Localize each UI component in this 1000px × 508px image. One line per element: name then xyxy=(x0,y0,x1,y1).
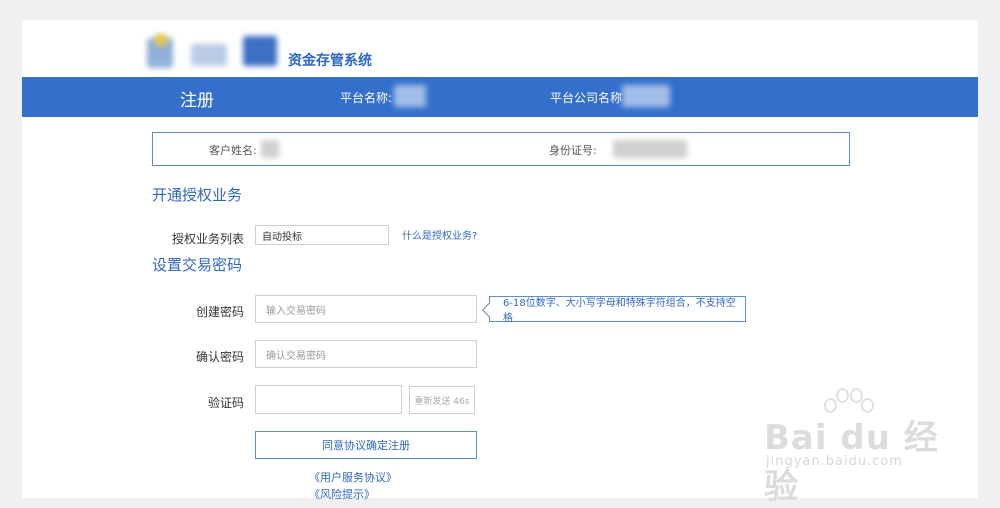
verification-code-input[interactable] xyxy=(255,385,402,414)
watermark-url: jingyan.baidu.com xyxy=(766,454,903,469)
create-password-input[interactable]: 输入交易密码 xyxy=(255,295,477,323)
confirm-password-input[interactable]: 确认交易密码 xyxy=(255,340,477,368)
risk-notice-link[interactable]: 《风险提示》 xyxy=(309,486,375,502)
logo-blurred-text xyxy=(191,44,227,66)
authorization-list-label: 授权业务列表 xyxy=(171,232,244,246)
page-title: 注册 xyxy=(180,91,214,111)
confirm-password-placeholder: 确认交易密码 xyxy=(266,350,326,362)
system-name: 资金存管系统 xyxy=(288,53,372,69)
password-section-title: 设置交易密码 xyxy=(152,256,243,274)
platform-company-redacted xyxy=(622,85,670,107)
customer-info-box: 客户姓名: 身份证号: xyxy=(152,132,850,166)
confirm-password-label: 确认密码 xyxy=(195,350,244,364)
baidu-jingyan-watermark: Bai du 经验 jingyan.baidu.com xyxy=(760,380,960,507)
resend-code-button[interactable]: 重新发送 46s xyxy=(409,386,475,414)
authorization-list-select[interactable]: 自动投标 xyxy=(255,225,389,245)
create-password-placeholder: 输入交易密码 xyxy=(266,305,326,317)
customer-name-redacted xyxy=(261,140,279,158)
authorization-section-title: 开通授权业务 xyxy=(152,186,243,204)
password-rule-text: 6-18位数字、大小写字母和特殊字符组合，不支持空格 xyxy=(503,298,736,324)
agree-and-register-button[interactable]: 同意协议确定注册 xyxy=(255,431,477,459)
user-service-agreement-link[interactable]: 《用户服务协议》 xyxy=(309,469,397,485)
what-is-authorization-link[interactable]: 什么是授权业务? xyxy=(402,227,477,242)
id-number-label: 身份证号: xyxy=(549,144,597,157)
id-number-redacted xyxy=(613,140,687,158)
platform-name-label: 平台名称: xyxy=(340,91,393,105)
password-rule-tooltip: 6-18位数字、大小写字母和特殊字符组合，不支持空格 xyxy=(489,296,746,324)
verification-code-label: 验证码 xyxy=(207,396,244,410)
authorization-list-value: 自动投标 xyxy=(262,231,302,243)
create-password-label: 创建密码 xyxy=(195,305,244,319)
logo-blurred-accent xyxy=(155,34,167,46)
platform-name-redacted xyxy=(394,85,426,107)
customer-name-label: 客户姓名: xyxy=(209,144,257,157)
top-navbar: 注册 平台名称: 平台公司名称 xyxy=(22,77,978,117)
logo-blurred-text xyxy=(243,36,277,66)
platform-company-label: 平台公司名称 xyxy=(550,91,623,105)
